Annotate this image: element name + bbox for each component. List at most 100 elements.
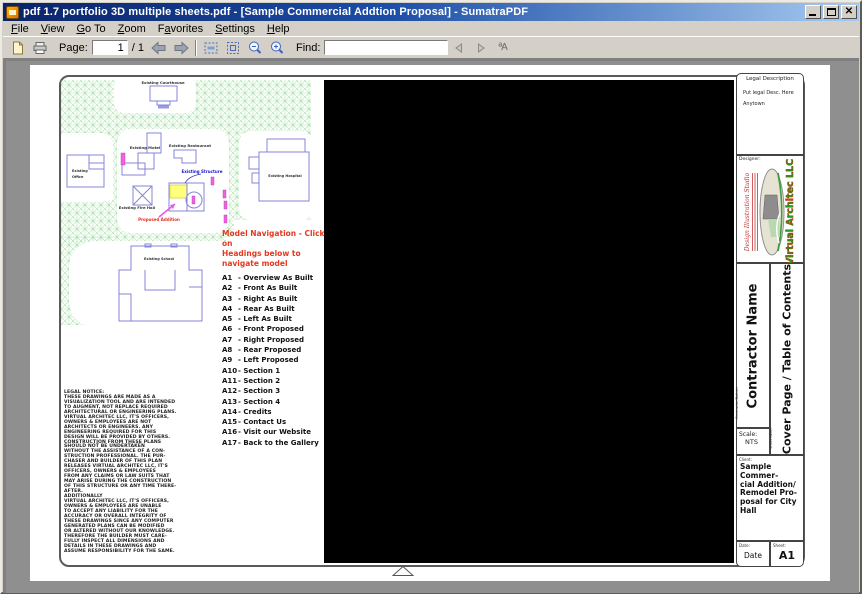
menu-favorites[interactable]: Favorites [152,22,209,36]
back-arrow-icon [151,40,166,55]
close-button[interactable]: ✕ [841,5,857,19]
scale-box: Scale: NTS [736,428,770,455]
print-icon [33,41,47,54]
legal-notice: LEGAL NOTICE: THESE DRAWINGS ARE MADE AS … [64,390,182,554]
designer-logo: Design Illustration Studio Virtual Archi… [740,159,800,266]
nav-link-a14[interactable]: A14- Credits [222,407,334,417]
window-title: pdf 1.7 portfolio 3D multiple sheets.pdf… [23,6,529,18]
client-name-line: Hall [740,505,757,515]
pdf-page: Existing Courthouse Existing Office Exis… [30,65,830,581]
toolbar: Page: / 1 Find: ªA [3,36,859,58]
find-label: Find: [295,41,321,54]
designer-studio-name: Design Illustration Studio [744,172,751,252]
nav-link-a7[interactable]: A7- Right Proposed [222,335,334,345]
sheet-title-box: Sheet Label Cover Page / Table of Conten… [769,263,804,455]
label-restaurant: Existing Restaurant [169,143,211,148]
contractor-side-label: Contractor/Builder [735,386,739,419]
menu-go-to[interactable]: Go To [70,22,111,36]
nav-link-a5[interactable]: A5- Left As Built [222,314,334,324]
print-button[interactable] [29,38,51,58]
model-3d-viewport[interactable] [324,80,734,563]
nav-link-a4[interactable]: A4- Rear As Built [222,304,334,314]
date-box: Date: Date [736,541,770,567]
client-box: Client: Sample Commer-cial Addition/Remo… [736,455,804,541]
match-case-toggle[interactable]: ªA [498,42,507,53]
model-navigation-heading-line: navigate model [222,259,288,268]
menu-help[interactable]: Help [261,22,296,36]
nav-link-a11[interactable]: A11- Section 2 [222,376,334,386]
find-previous-button[interactable] [448,38,470,58]
nav-link-a16[interactable]: A16- Visit our Website [222,427,334,437]
maximize-button[interactable] [823,5,839,19]
document-canvas[interactable]: Existing Courthouse Existing Office Exis… [3,58,859,593]
fit-width-button[interactable] [200,38,222,58]
contractor-box: Contractor/Builder Contractor Name [735,263,770,428]
menu-view[interactable]: View [35,22,71,36]
model-navigation-heading-line: Model Navigation - Click on [222,229,325,248]
nav-link-a3[interactable]: A3- Right As Built [222,294,334,304]
label-proposed: Proposed Addition [138,217,180,222]
model-navigation-heading: Model Navigation - Click on Headings belo… [222,229,334,269]
nav-link-a9[interactable]: A9- Left Proposed [222,355,334,365]
nav-link-a15[interactable]: A15- Contact Us [222,417,334,427]
scale-value: NTS [745,438,758,446]
page-total: / 1 [131,41,144,54]
menu-file[interactable]: File [5,22,35,36]
maximize-icon [827,8,836,16]
next-page-button[interactable] [170,38,192,58]
label-motel: Existing Motel [130,145,161,150]
find-previous-icon [455,42,463,53]
label-school: Existing School [144,257,174,261]
fit-page-button[interactable] [222,38,244,58]
find-next-button[interactable] [470,38,492,58]
designer-address-lines [752,173,759,252]
sumatrapdf-app-icon [6,5,19,19]
page-label: Page: [59,41,88,54]
forward-arrow-icon [174,40,189,55]
page-number-input[interactable] [91,40,128,55]
model-navigation-heading-line: Headings below to [222,249,301,258]
client-name-line: Sample Commer- [740,462,779,480]
nav-link-a8[interactable]: A8- Rear Proposed [222,345,334,355]
find-input[interactable] [324,40,449,55]
nav-link-a17[interactable]: A17- Back to the Gallery [222,438,334,448]
nav-link-a12[interactable]: A12- Section 3 [222,386,334,396]
menu-settings[interactable]: Settings [209,22,261,36]
zoom-in-button[interactable] [266,38,288,58]
label-office-line2: Office [72,175,84,179]
legal-description-box: Legal Description Put legal Desc. Here A… [736,73,804,155]
sheet-title: Cover Page / Table of Contents [780,263,794,455]
title-bar[interactable]: pdf 1.7 portfolio 3D multiple sheets.pdf… [3,3,859,21]
contractor-name: Contractor Name [745,283,761,408]
close-icon: ✕ [844,6,854,17]
client-name: Sample Commer-cial Addition/Remodel Pro-… [737,462,803,516]
label-structure: Existing Structure [182,169,223,174]
minimize-icon [809,14,816,16]
label-hospital: Existing Hospital [268,174,301,178]
sumatrapdf-window: pdf 1.7 portfolio 3D multiple sheets.pdf… [0,0,862,594]
zoom-out-icon [248,41,262,54]
nav-link-a10[interactable]: A10- Section 1 [222,366,334,376]
nav-link-a1[interactable]: A1- Overview As Built [222,273,334,283]
toolbar-separator [194,39,197,56]
zoom-out-button[interactable] [244,38,266,58]
nav-link-a6[interactable]: A6- Front Proposed [222,324,334,334]
nav-link-a13[interactable]: A13- Section 4 [222,397,334,407]
legal-notice-line: ASSUME RESPONSIBILITY FOR THE SAME. [64,548,175,554]
legal-description-line1: Put legal Desc. Here [743,90,794,96]
menu-zoom[interactable]: Zoom [112,22,152,36]
minimize-button[interactable] [805,5,821,19]
page-triangle-marker [392,565,414,576]
designer-logo-oval [759,168,785,256]
scale-label: Scale: [739,431,758,438]
previous-page-button[interactable] [148,38,170,58]
label-office-line1: Existing [72,169,88,173]
nav-link-a2[interactable]: A2- Front As Built [222,283,334,293]
date-value: Date [744,551,762,560]
sheet-number-value: A1 [778,549,796,562]
designer-box: Designer: Design Illustration Studio Vir… [736,155,804,266]
designer-company-name: Virtual Architec LLC [785,159,797,266]
open-button[interactable] [7,38,29,58]
legal-description-header: Legal Description [746,76,794,82]
designer-label: Designer: [739,157,761,162]
